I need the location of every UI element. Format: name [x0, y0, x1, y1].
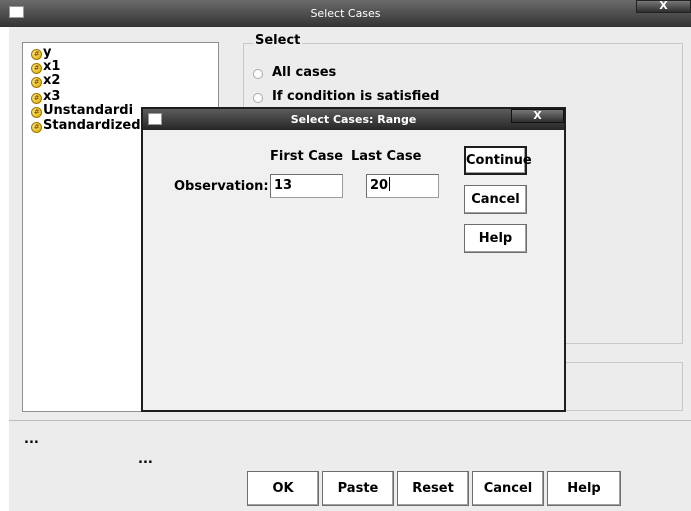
radio-all-cases[interactable] [253, 69, 263, 79]
close-button[interactable]: X [636, 0, 691, 13]
list-item[interactable]: # x3 [31, 89, 61, 104]
list-item[interactable]: # Unstandardi [31, 103, 134, 118]
divider [9, 420, 691, 421]
last-case-field[interactable]: 20 [366, 174, 439, 198]
last-case-value: 20 [370, 178, 389, 193]
paste-button[interactable]: Paste [322, 471, 394, 506]
first-case-header: First Case [270, 149, 344, 164]
cancel-button[interactable]: Cancel [472, 471, 544, 506]
range-close-button[interactable]: X [511, 109, 564, 123]
variable-label: y [43, 45, 52, 60]
scale-variable-icon: # [31, 107, 42, 118]
radio-label-all-cases[interactable]: All cases [272, 65, 336, 80]
variable-label: x2 [43, 73, 61, 88]
range-help-button[interactable]: Help [464, 224, 527, 253]
variable-label: x3 [43, 89, 61, 104]
window-edge [0, 27, 9, 511]
radio-label-if-condition[interactable]: If condition is satisfied [272, 89, 439, 104]
list-item[interactable]: # x1 [31, 59, 61, 74]
variable-label: Unstandardi [43, 103, 134, 118]
text-caret [389, 177, 391, 191]
ok-button[interactable]: OK [247, 471, 319, 506]
reset-button[interactable]: Reset [397, 471, 469, 506]
ellipsis-text: ... [24, 432, 39, 447]
scale-variable-icon: # [31, 122, 42, 133]
variable-label: x1 [43, 59, 61, 74]
output-group [560, 362, 683, 411]
scale-variable-icon: # [31, 77, 42, 88]
select-group-legend: Select [253, 33, 303, 48]
range-dialog-title: Select Cases: Range [290, 113, 417, 126]
list-item[interactable]: # Standardized [31, 118, 141, 133]
list-item[interactable]: # y [31, 45, 52, 60]
first-case-field[interactable]: 13 [270, 174, 343, 198]
radio-if-condition[interactable] [253, 93, 263, 103]
observation-label: Observation: [174, 179, 269, 194]
list-item[interactable]: # x2 [31, 73, 61, 88]
main-window-title: Select Cases [310, 7, 381, 20]
last-case-header: Last Case [351, 149, 422, 164]
continue-button[interactable]: Continue [464, 146, 532, 175]
first-case-value: 13 [274, 178, 293, 193]
ellipsis-text: ... [138, 452, 153, 467]
range-cancel-button[interactable]: Cancel [464, 185, 527, 214]
variable-label: Standardized [43, 118, 141, 133]
select-cases-range-dialog: Select Cases: Range X First Case Last Ca… [141, 107, 566, 412]
help-button[interactable]: Help [547, 471, 621, 506]
